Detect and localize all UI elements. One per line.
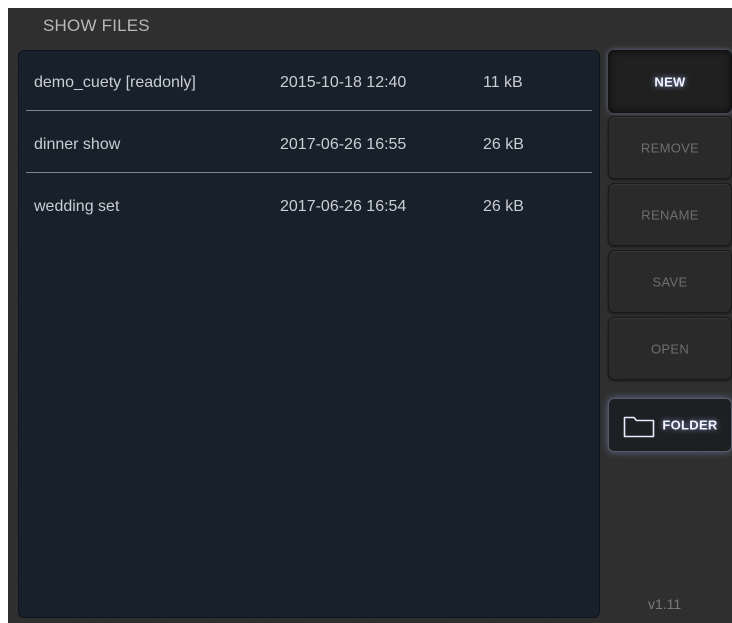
- file-size: 26 kB: [483, 136, 524, 153]
- show-files-window: SHOW FILES demo_cuety [readonly] 2015-10…: [8, 8, 732, 623]
- folder-button[interactable]: FOLDER: [608, 398, 732, 452]
- file-name: wedding set: [34, 198, 120, 215]
- file-modified: 2017-06-26 16:55: [280, 136, 407, 153]
- open-button-label: OPEN: [650, 341, 690, 356]
- file-size: 11 kB: [483, 74, 523, 91]
- file-modified: 2015-10-18 12:40: [280, 74, 407, 91]
- file-row[interactable]: wedding set 2017-06-26 16:54 26 kB: [18, 174, 592, 235]
- open-button[interactable]: OPEN: [608, 317, 732, 380]
- folder-button-label: FOLDER: [662, 417, 718, 433]
- file-row[interactable]: demo_cuety [readonly] 2015-10-18 12:40 1…: [18, 50, 592, 111]
- file-name: demo_cuety [readonly]: [34, 74, 196, 91]
- save-button-label: SAVE: [652, 274, 688, 289]
- new-button-label: NEW: [654, 74, 686, 89]
- remove-button[interactable]: REMOVE: [608, 116, 732, 179]
- save-button[interactable]: SAVE: [608, 250, 732, 313]
- file-name: dinner show: [34, 136, 121, 153]
- file-size: 26 kB: [483, 198, 524, 215]
- file-list: demo_cuety [readonly] 2015-10-18 12:40 1…: [18, 50, 600, 618]
- page-title: SHOW FILES: [43, 16, 150, 35]
- remove-button-label: REMOVE: [640, 140, 700, 155]
- new-button[interactable]: NEW: [608, 50, 732, 113]
- rename-button[interactable]: RENAME: [608, 183, 732, 246]
- rename-button-label: RENAME: [641, 207, 699, 222]
- file-row[interactable]: dinner show 2017-06-26 16:55 26 kB: [18, 112, 592, 173]
- file-modified: 2017-06-26 16:54: [280, 198, 407, 215]
- version-label: v1.11: [648, 596, 682, 612]
